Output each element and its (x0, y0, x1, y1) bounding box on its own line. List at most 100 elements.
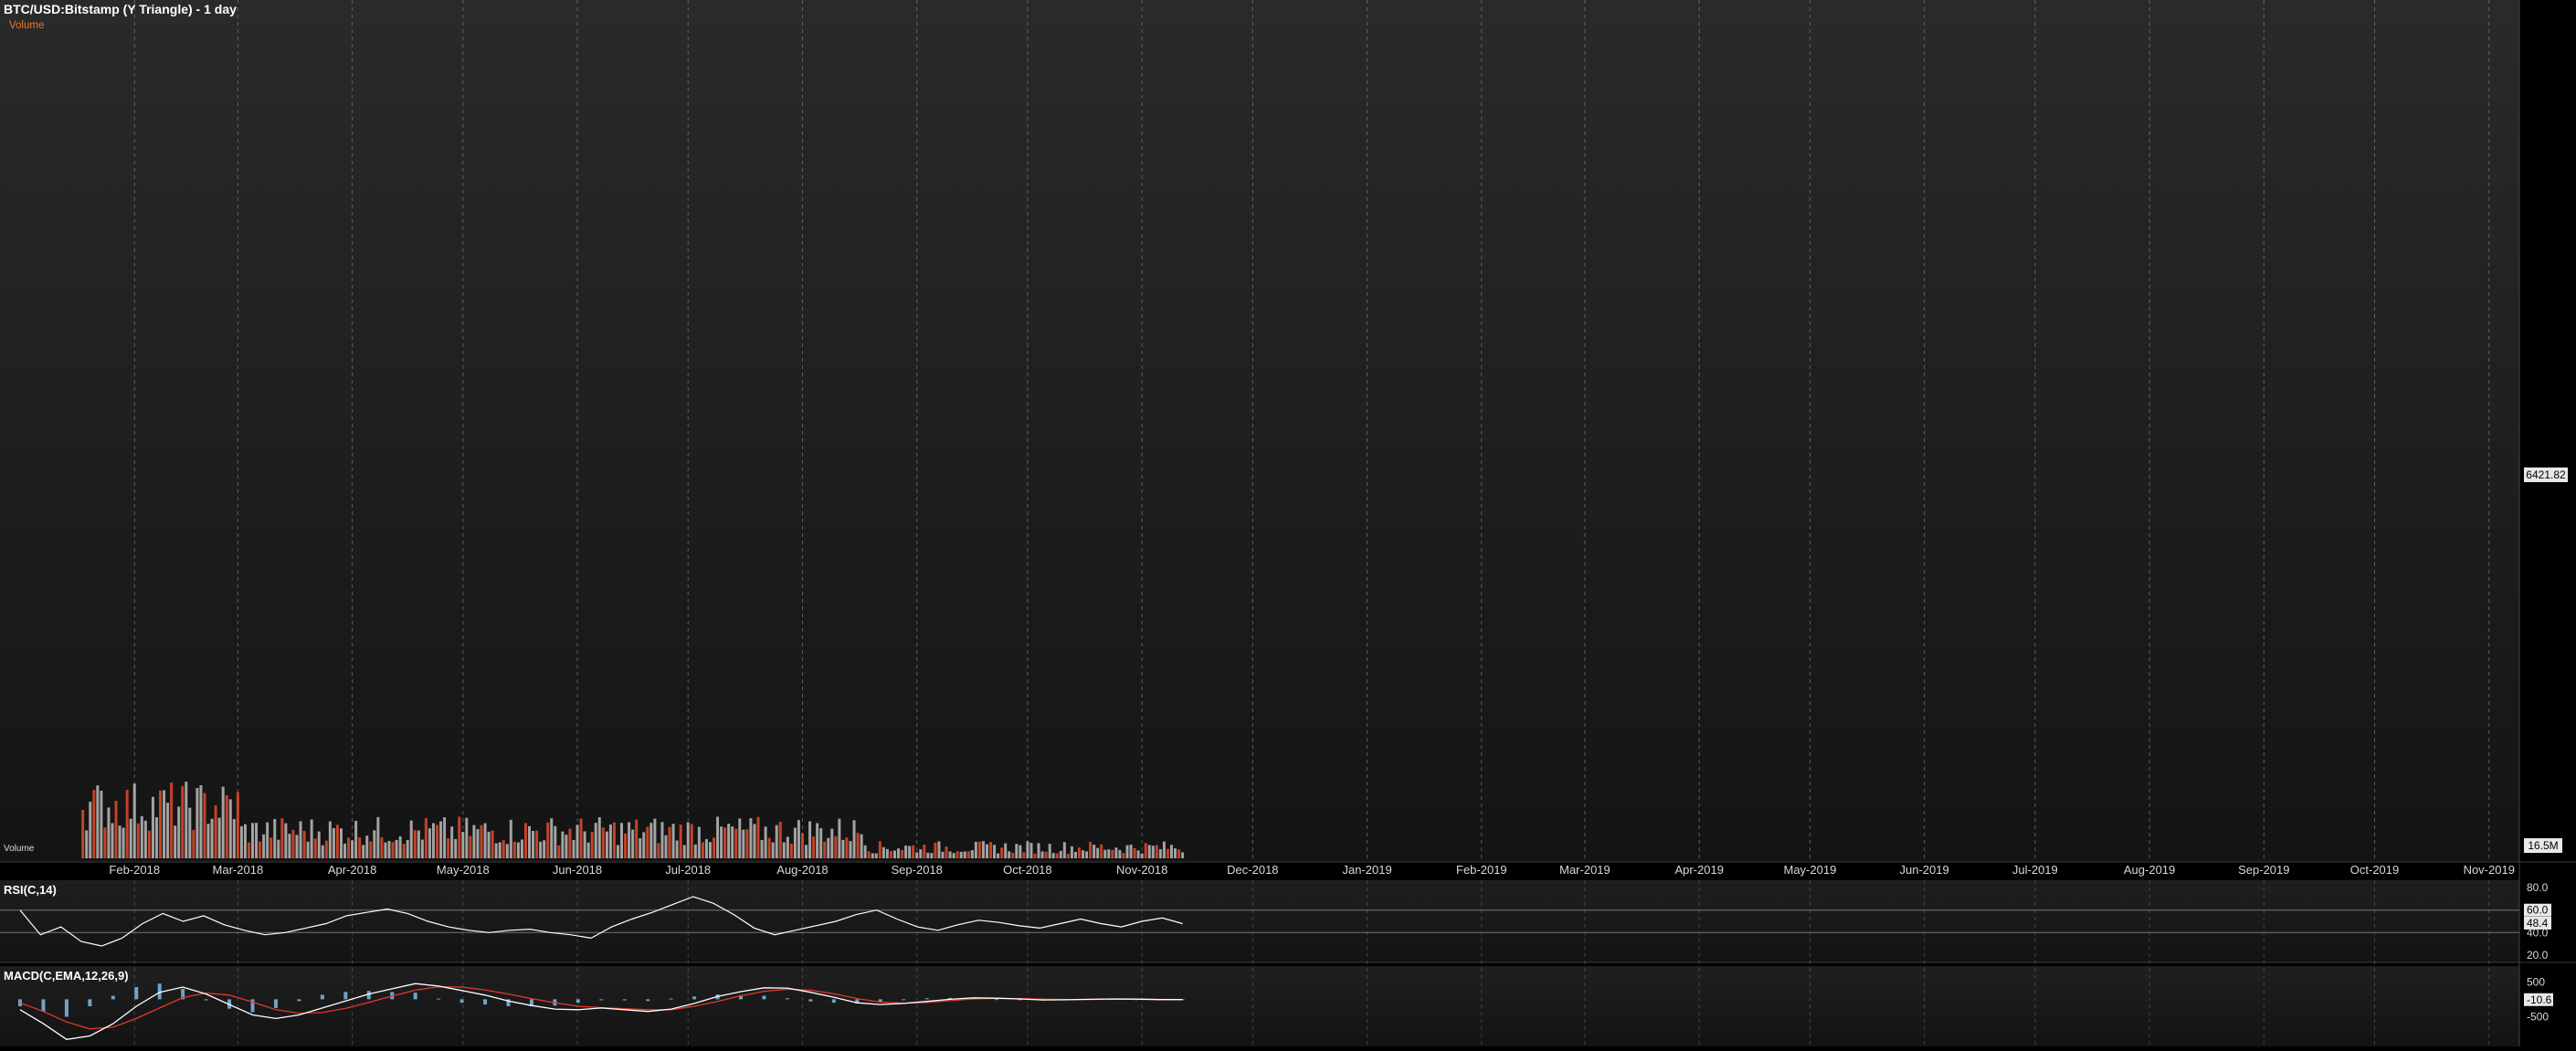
volume-bar (147, 830, 151, 858)
volume-bar (1144, 843, 1147, 858)
macd-hist-bar (88, 999, 92, 1006)
volume-bar (181, 785, 185, 858)
volume-bar (749, 818, 753, 858)
volume-bar (89, 801, 92, 858)
volume-bar (343, 843, 347, 858)
volume-bar (981, 841, 985, 858)
volume-bar (373, 830, 376, 858)
price-pane[interactable] (0, 0, 2519, 862)
macd-hist-bar (762, 995, 766, 1000)
volume-bar (756, 816, 760, 858)
volume-bar (742, 829, 745, 858)
volume-bar (159, 790, 163, 858)
volume-bar (805, 845, 808, 858)
volume-bar (306, 841, 310, 858)
volume-bar (501, 840, 505, 858)
macd-hist-bar (366, 991, 371, 1000)
volume-bar (771, 842, 775, 858)
macd-hist-bar (320, 994, 324, 1000)
volume-bar (1114, 847, 1118, 858)
volume-bar (778, 821, 782, 858)
volume-bar (863, 845, 867, 858)
rsi-tick-label: 60.0 (2527, 904, 2549, 917)
rsi-tick-label: 80.0 (2527, 881, 2549, 894)
macd-hist-bar (831, 999, 836, 1004)
volume-bar (753, 824, 756, 858)
volume-bar (387, 840, 391, 858)
volume-bar (188, 807, 192, 858)
volume-bar (177, 806, 181, 858)
x-tick-label: May-2019 (1783, 863, 1836, 877)
volume-bar (1033, 853, 1037, 858)
volume-bar (487, 831, 491, 858)
macd-pane[interactable] (0, 966, 2519, 1046)
volume-bar (1004, 843, 1008, 858)
volume-bar (302, 830, 306, 858)
rsi-pane[interactable] (0, 880, 2519, 962)
volume-bar (849, 841, 852, 858)
volume-bar (461, 832, 465, 858)
volume-bar (977, 841, 981, 858)
volume-bar (288, 834, 291, 858)
volume-bar (1082, 850, 1085, 858)
volume-bar (154, 816, 158, 858)
macd-hist-bar (599, 999, 604, 1001)
volume-bar (786, 836, 789, 858)
volume-bar (472, 825, 476, 858)
volume-bar (1140, 853, 1144, 858)
volume-bar (335, 825, 339, 858)
volume-bar (170, 783, 174, 858)
volume-bar (398, 836, 402, 858)
volume-bar (1070, 846, 1073, 858)
volume-readout: 16.5M (2528, 839, 2558, 852)
volume-bar (919, 849, 923, 858)
volume-bar (100, 790, 103, 858)
volume-bar (269, 837, 273, 858)
volume-bar (882, 846, 885, 858)
x-tick-label: Feb-2018 (109, 863, 160, 877)
volume-bar (443, 817, 447, 858)
volume-bar (163, 790, 166, 858)
volume-bar (476, 829, 480, 858)
volume-bar (494, 843, 498, 858)
volume-bar (682, 845, 686, 858)
volume-bar (812, 836, 816, 858)
volume-bar (635, 819, 639, 858)
volume-bar (904, 846, 908, 858)
x-tick-label: Nov-2018 (1116, 863, 1167, 877)
volume-bar (1008, 851, 1011, 858)
macd-hist-bar (924, 998, 929, 1000)
volume-bar (295, 835, 299, 858)
volume-bar (731, 826, 734, 858)
volume-bar (760, 839, 764, 858)
volume-bar (764, 826, 767, 858)
volume-bar (1089, 841, 1093, 858)
btc-chart[interactable]: Volume 150.0%(36344.68)138.2%(31464.38)1… (0, 0, 2576, 1046)
volume-bar (243, 824, 247, 858)
volume-bar (409, 820, 413, 858)
volume-bar (586, 842, 590, 858)
x-tick-label: Mar-2019 (1559, 863, 1610, 877)
volume-bar (447, 838, 450, 858)
volume-bar (930, 853, 934, 858)
chart-svg: Volume 150.0%(36344.68)138.2%(31464.38)1… (0, 0, 2576, 1046)
rsi-title: RSI(C,14) (4, 883, 57, 897)
volume-bar (1055, 853, 1059, 858)
volume-bar (236, 792, 239, 858)
x-tick-label: Jun-2018 (553, 863, 602, 877)
volume-bar (406, 840, 409, 858)
volume-bar (96, 785, 100, 858)
volume-bar (1122, 853, 1125, 858)
volume-bar (151, 796, 154, 858)
volume-bar (797, 820, 800, 858)
last-price-label: 6421.82 (2526, 468, 2566, 481)
volume-bar (642, 832, 646, 858)
volume-bar (697, 826, 701, 858)
volume-bar (284, 823, 288, 858)
volume-bar (616, 845, 619, 858)
volume-bar (228, 799, 232, 858)
macd-hist-bar (575, 999, 580, 1004)
volume-bar (594, 823, 597, 858)
volume-bar (554, 825, 557, 858)
volume-bar (347, 837, 351, 858)
